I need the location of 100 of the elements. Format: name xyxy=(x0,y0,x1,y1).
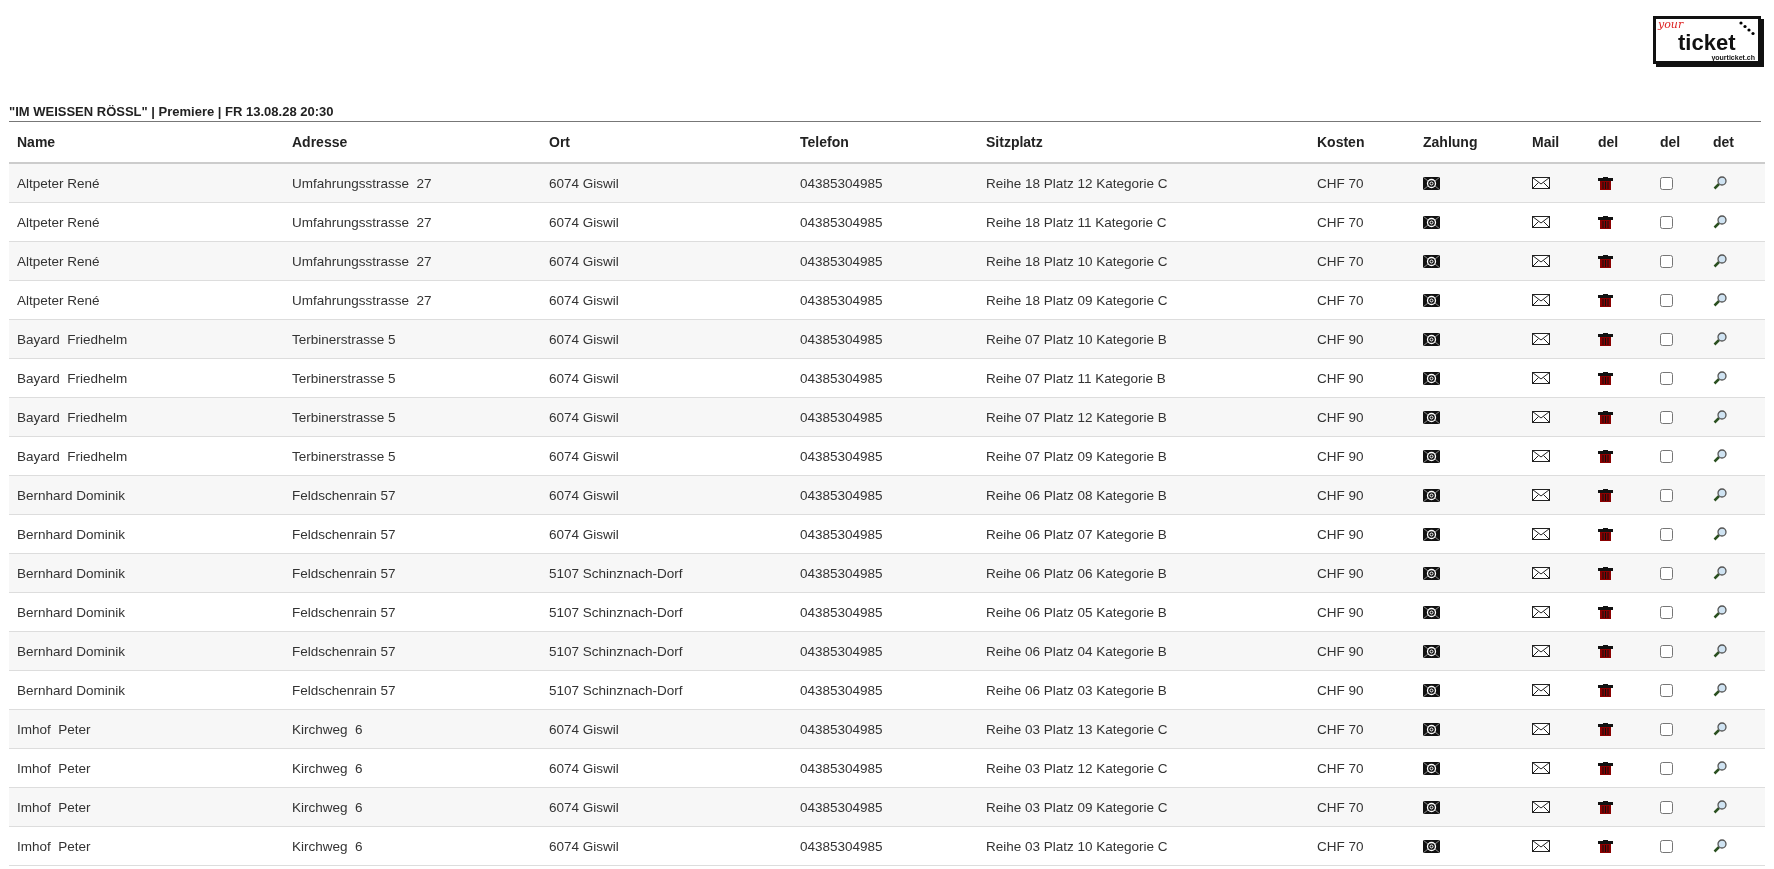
trash-icon[interactable] xyxy=(1598,488,1613,502)
at-sign-payment-icon[interactable] xyxy=(1423,644,1440,658)
phone-cell-text: 04385304985 xyxy=(799,448,884,464)
trash-icon[interactable] xyxy=(1598,215,1613,229)
delete-checkbox[interactable] xyxy=(1660,488,1673,502)
envelope-icon[interactable] xyxy=(1532,216,1550,228)
trash-icon[interactable] xyxy=(1598,176,1613,190)
phone-cell-text: 04385304985 xyxy=(799,643,884,659)
city-cell-text: 6074 Giswil xyxy=(548,838,620,854)
envelope-icon[interactable] xyxy=(1532,567,1550,579)
delete-checkbox[interactable] xyxy=(1660,800,1673,814)
envelope-icon[interactable] xyxy=(1532,333,1550,345)
at-sign-payment-icon[interactable] xyxy=(1423,215,1440,229)
trash-icon[interactable] xyxy=(1598,527,1613,541)
trash-icon[interactable] xyxy=(1598,644,1613,658)
envelope-icon[interactable] xyxy=(1532,489,1550,501)
envelope-icon[interactable] xyxy=(1532,840,1550,852)
delete-checkbox[interactable] xyxy=(1660,254,1673,268)
trash-icon[interactable] xyxy=(1598,449,1613,463)
at-sign-payment-icon[interactable] xyxy=(1423,839,1440,853)
magnifier-icon[interactable] xyxy=(1713,449,1727,463)
address-cell-text: Terbinerstrasse 5 xyxy=(291,370,397,386)
magnifier-icon[interactable] xyxy=(1713,722,1727,736)
delete-checkbox[interactable] xyxy=(1660,410,1673,424)
at-sign-payment-icon[interactable] xyxy=(1423,683,1440,697)
magnifier-icon[interactable] xyxy=(1713,176,1727,190)
magnifier-icon[interactable] xyxy=(1713,644,1727,658)
envelope-icon[interactable] xyxy=(1532,645,1550,657)
at-sign-payment-icon[interactable] xyxy=(1423,605,1440,619)
cost-cell-text: CHF 70 xyxy=(1316,838,1365,854)
delete-checkbox[interactable] xyxy=(1660,293,1673,307)
delete-checkbox[interactable] xyxy=(1660,722,1673,736)
at-sign-payment-icon[interactable] xyxy=(1423,176,1440,190)
delete-checkbox[interactable] xyxy=(1660,761,1673,775)
delete-checkbox[interactable] xyxy=(1660,566,1673,580)
delete-checkbox[interactable] xyxy=(1660,332,1673,346)
address-cell-text: Kirchweg 6 xyxy=(291,721,364,737)
magnifier-icon[interactable] xyxy=(1713,566,1727,580)
envelope-icon[interactable] xyxy=(1532,801,1550,813)
magnifier-icon[interactable] xyxy=(1713,332,1727,346)
at-sign-payment-icon[interactable] xyxy=(1423,371,1440,385)
at-sign-payment-icon[interactable] xyxy=(1423,527,1440,541)
trash-icon[interactable] xyxy=(1598,683,1613,697)
cost-cell-text: CHF 90 xyxy=(1316,370,1365,386)
magnifier-icon[interactable] xyxy=(1713,215,1727,229)
envelope-icon[interactable] xyxy=(1532,177,1550,189)
magnifier-icon[interactable] xyxy=(1713,839,1727,853)
envelope-icon[interactable] xyxy=(1532,450,1550,462)
at-sign-payment-icon[interactable] xyxy=(1423,332,1440,346)
at-sign-payment-icon[interactable] xyxy=(1423,410,1440,424)
envelope-icon[interactable] xyxy=(1532,294,1550,306)
delete-checkbox[interactable] xyxy=(1660,215,1673,229)
at-sign-payment-icon[interactable] xyxy=(1423,566,1440,580)
trash-icon[interactable] xyxy=(1598,410,1613,424)
envelope-icon[interactable] xyxy=(1532,372,1550,384)
delete-checkbox[interactable] xyxy=(1660,644,1673,658)
trash-icon[interactable] xyxy=(1598,371,1613,385)
trash-icon[interactable] xyxy=(1598,605,1613,619)
envelope-icon[interactable] xyxy=(1532,723,1550,735)
trash-icon[interactable] xyxy=(1598,293,1613,307)
city-cell-text: 5107 Schinznach-Dorf xyxy=(548,643,684,659)
envelope-icon[interactable] xyxy=(1532,255,1550,267)
magnifier-icon[interactable] xyxy=(1713,254,1727,268)
magnifier-icon[interactable] xyxy=(1713,605,1727,619)
trash-icon[interactable] xyxy=(1598,839,1613,853)
at-sign-payment-icon[interactable] xyxy=(1423,722,1440,736)
envelope-icon[interactable] xyxy=(1532,762,1550,774)
at-sign-payment-icon[interactable] xyxy=(1423,293,1440,307)
trash-icon[interactable] xyxy=(1598,254,1613,268)
trash-icon[interactable] xyxy=(1598,800,1613,814)
dots-icon xyxy=(1739,21,1755,37)
at-sign-payment-icon[interactable] xyxy=(1423,488,1440,502)
delete-checkbox[interactable] xyxy=(1660,839,1673,853)
envelope-icon[interactable] xyxy=(1532,606,1550,618)
delete-checkbox[interactable] xyxy=(1660,176,1673,190)
trash-icon[interactable] xyxy=(1598,761,1613,775)
at-sign-payment-icon[interactable] xyxy=(1423,449,1440,463)
trash-icon[interactable] xyxy=(1598,722,1613,736)
trash-icon[interactable] xyxy=(1598,566,1613,580)
envelope-icon[interactable] xyxy=(1532,528,1550,540)
magnifier-icon[interactable] xyxy=(1713,761,1727,775)
at-sign-payment-icon[interactable] xyxy=(1423,761,1440,775)
magnifier-icon[interactable] xyxy=(1713,488,1727,502)
magnifier-icon[interactable] xyxy=(1713,527,1727,541)
magnifier-icon[interactable] xyxy=(1713,410,1727,424)
delete-checkbox[interactable] xyxy=(1660,683,1673,697)
at-sign-payment-icon[interactable] xyxy=(1423,254,1440,268)
delete-checkbox[interactable] xyxy=(1660,449,1673,463)
delete-checkbox[interactable] xyxy=(1660,527,1673,541)
delete-checkbox[interactable] xyxy=(1660,371,1673,385)
magnifier-icon[interactable] xyxy=(1713,293,1727,307)
name-cell-text: Bernhard Dominik xyxy=(16,682,127,698)
delete-checkbox[interactable] xyxy=(1660,605,1673,619)
magnifier-icon[interactable] xyxy=(1713,800,1727,814)
at-sign-payment-icon[interactable] xyxy=(1423,800,1440,814)
trash-icon[interactable] xyxy=(1598,332,1613,346)
magnifier-icon[interactable] xyxy=(1713,371,1727,385)
envelope-icon[interactable] xyxy=(1532,684,1550,696)
envelope-icon[interactable] xyxy=(1532,411,1550,423)
magnifier-icon[interactable] xyxy=(1713,683,1727,697)
